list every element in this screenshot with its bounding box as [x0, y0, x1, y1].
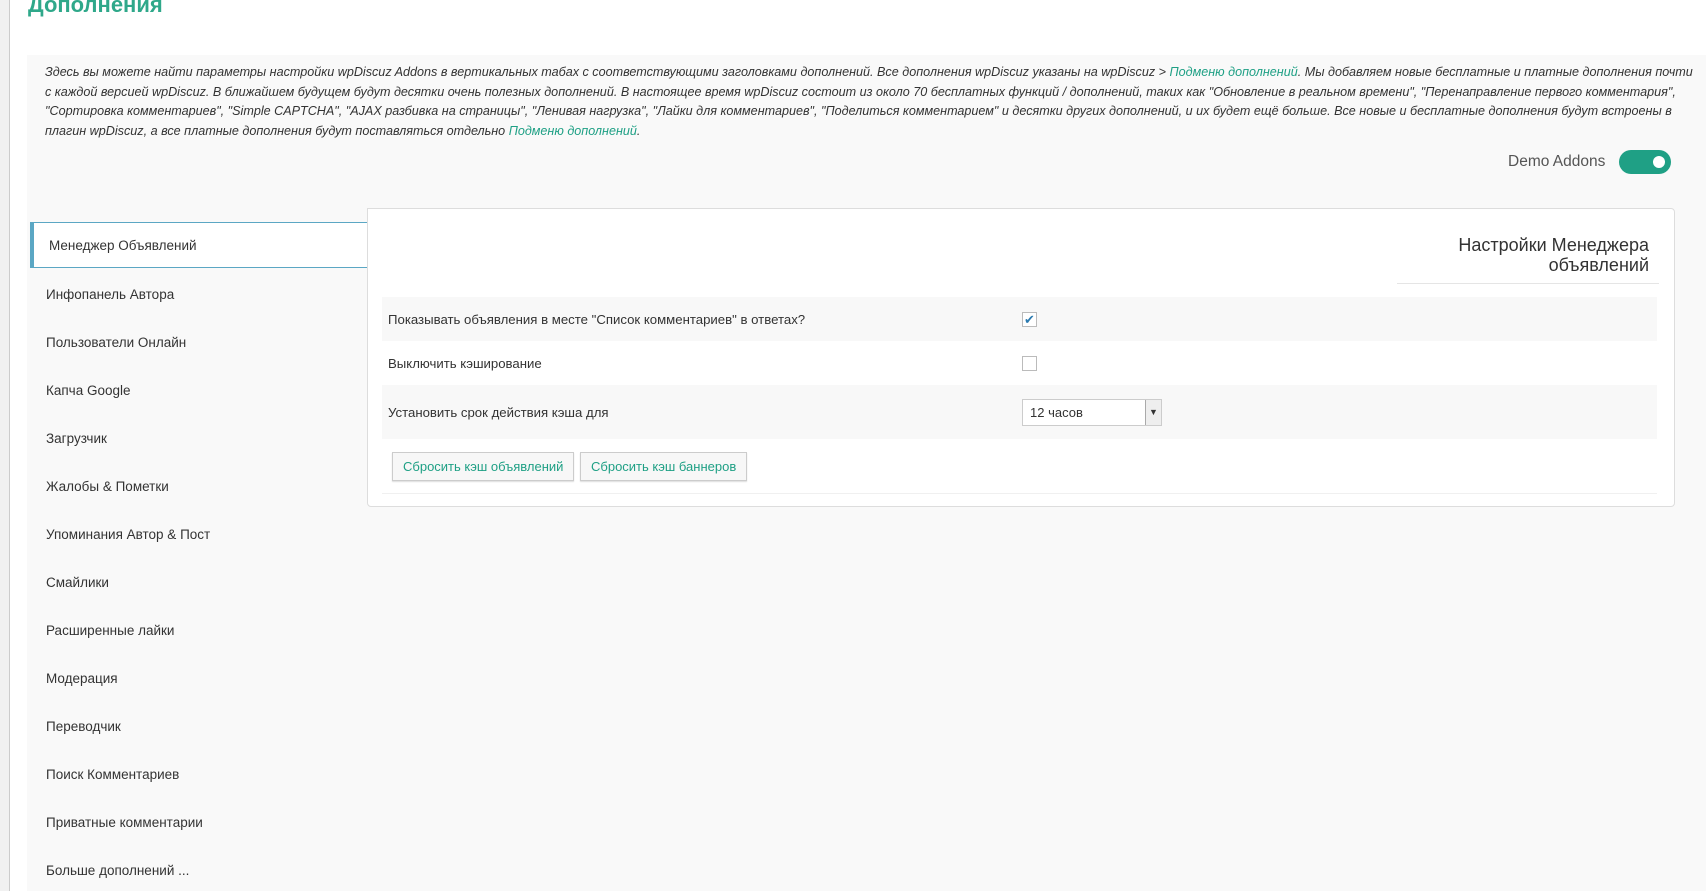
sidebar-item-private-comments[interactable]: Приватные комментарии: [30, 798, 368, 846]
sidebar-item-moderation[interactable]: Модерация: [30, 654, 368, 702]
setting-label: Установить срок действия кэша для: [388, 404, 609, 420]
demo-addons-toggle[interactable]: [1619, 150, 1672, 174]
sidebar-item-ads-manager[interactable]: Менеджер Объявлений: [30, 222, 368, 268]
sidebar-item-uploader[interactable]: Загрузчик: [30, 414, 368, 462]
sidebar-item-mentions[interactable]: Упоминания Автор & Пост: [30, 510, 368, 558]
sidebar-item-smilies[interactable]: Смайлики: [30, 558, 368, 606]
admin-left-strip: [0, 0, 10, 891]
demo-addons-label: Demo Addons: [1508, 153, 1606, 170]
reset-ads-cache-button[interactable]: Сбросить кэш объявлений: [392, 452, 575, 481]
divider: [382, 493, 1657, 494]
addons-submenu-link[interactable]: Подменю дополнений: [1170, 65, 1298, 79]
settings-panel: Настройки Менеджера объявлений Показыват…: [367, 208, 1675, 507]
addons-sidebar: Менеджер Объявлений Инфопанель Автора По…: [30, 222, 368, 894]
page-title: Дополнения: [28, 0, 163, 17]
sidebar-item-advanced-likes[interactable]: Расширенные лайки: [30, 606, 368, 654]
setting-row-show-ads: Показывать объявления в месте "Список ко…: [382, 297, 1657, 341]
cache-expiry-value: 12 часов: [1030, 404, 1083, 420]
setting-row-cache-expiry: Установить срок действия кэша для 12 час…: [382, 385, 1657, 439]
addons-submenu-link-2[interactable]: Подменю дополнений: [509, 124, 637, 138]
disable-cache-checkbox[interactable]: [1022, 355, 1037, 371]
sidebar-item-reports-flags[interactable]: Жалобы & Пометки: [30, 462, 368, 510]
setting-label: Выключить кэширование: [388, 355, 542, 371]
cache-expiry-select[interactable]: 12 часов ▼: [1022, 398, 1162, 426]
show-ads-checkbox[interactable]: ✔: [1022, 311, 1037, 327]
sidebar-item-author-info[interactable]: Инфопанель Автора: [30, 270, 368, 318]
intro-part: .: [636, 123, 641, 138]
sidebar-item-comment-search[interactable]: Поиск Комментариев: [30, 750, 368, 798]
chevron-down-icon[interactable]: ▼: [1145, 399, 1161, 425]
demo-addons-control: Demo Addons: [1508, 150, 1672, 174]
sidebar-item-online-users[interactable]: Пользователи Онлайн: [30, 318, 368, 366]
panel-heading: Настройки Менеджера объявлений: [1397, 229, 1659, 284]
intro-text: Здесь вы можете найти параметры настройк…: [45, 63, 1695, 141]
intro-part: Здесь вы можете найти параметры настройк…: [45, 65, 1170, 79]
sidebar-item-more-addons[interactable]: Больше дополнений ...: [30, 846, 368, 894]
sidebar-item-translator[interactable]: Переводчик: [30, 702, 368, 750]
sidebar-item-google-captcha[interactable]: Капча Google: [30, 366, 368, 414]
setting-label: Показывать объявления в месте "Список ко…: [388, 311, 806, 327]
reset-banners-cache-button[interactable]: Сбросить кэш баннеров: [580, 452, 748, 481]
setting-row-disable-cache: Выключить кэширование: [382, 341, 1657, 385]
